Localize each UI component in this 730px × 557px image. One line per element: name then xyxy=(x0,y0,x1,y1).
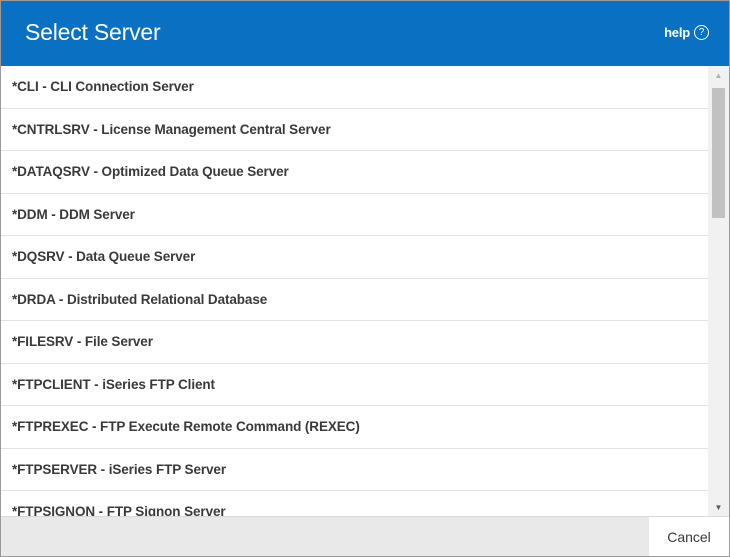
list-item[interactable]: *DATAQSRV - Optimized Data Queue Server xyxy=(1,151,708,194)
list-item[interactable]: *FILESRV - File Server xyxy=(1,321,708,364)
list-item[interactable]: *CLI - CLI Connection Server xyxy=(1,66,708,109)
list-item[interactable]: *FTPCLIENT - iSeries FTP Client xyxy=(1,364,708,406)
scroll-up-arrow-icon[interactable]: ▲ xyxy=(708,66,729,84)
list-item[interactable]: *FTPREXEC - FTP Execute Remote Command (… xyxy=(1,406,708,449)
vertical-scrollbar[interactable]: ▲ ▼ xyxy=(708,66,729,516)
list-item[interactable]: *DRDA - Distributed Relational Database xyxy=(1,279,708,321)
scroll-down-arrow-icon[interactable]: ▼ xyxy=(708,498,729,516)
list-item[interactable]: *DQSRV - Data Queue Server xyxy=(1,236,708,279)
list-item[interactable]: *DDM - DDM Server xyxy=(1,194,708,236)
server-list-container: *CLI - CLI Connection Server *CNTRLSRV - … xyxy=(1,66,729,516)
dialog-header: Select Server help ? xyxy=(1,1,729,66)
list-item[interactable]: *FTPSERVER - iSeries FTP Server xyxy=(1,449,708,491)
help-link[interactable]: help ? xyxy=(664,25,709,40)
server-list: *CLI - CLI Connection Server *CNTRLSRV - … xyxy=(1,66,708,516)
help-label[interactable]: help xyxy=(664,25,690,40)
dialog-title: Select Server xyxy=(25,19,161,45)
scrollbar-thumb[interactable] xyxy=(712,88,725,218)
list-item[interactable]: *CNTRLSRV - License Management Central S… xyxy=(1,109,708,151)
select-server-dialog: Select Server help ? *CLI - CLI Connecti… xyxy=(0,0,730,557)
help-circle-icon[interactable]: ? xyxy=(694,25,709,40)
list-item[interactable]: *FTPSIGNON - FTP Signon Server xyxy=(1,491,708,516)
dialog-footer: Cancel xyxy=(1,516,729,556)
cancel-button[interactable]: Cancel xyxy=(649,517,729,556)
